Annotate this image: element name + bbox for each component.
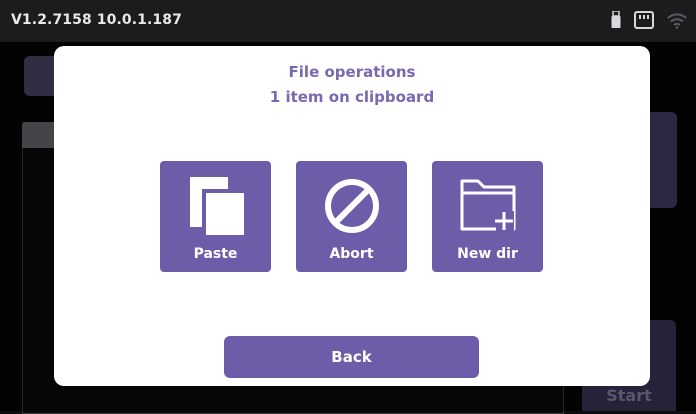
wifi-icon <box>666 11 688 29</box>
abort-label: Abort <box>329 246 374 262</box>
new-folder-icon <box>456 173 520 243</box>
new-dir-button[interactable]: New dir <box>432 161 543 272</box>
back-label: Back <box>331 348 372 366</box>
paste-label: Paste <box>193 246 238 262</box>
status-bar: V1.2.7158 10.0.1.187 <box>0 0 696 42</box>
paste-icon <box>184 173 248 243</box>
status-icons <box>610 11 688 29</box>
usb-icon <box>610 11 622 29</box>
abort-icon <box>320 173 384 243</box>
dialog-title: File operations <box>288 63 416 81</box>
sd-card-icon <box>634 11 654 29</box>
back-button[interactable]: Back <box>224 336 479 378</box>
file-operations-dialog: File operations 1 item on clipboard Past… <box>54 46 650 386</box>
version-ip-text: V1.2.7158 10.0.1.187 <box>11 12 182 28</box>
paste-button[interactable]: Paste <box>160 161 271 272</box>
new-dir-label: New dir <box>457 246 518 262</box>
abort-button[interactable]: Abort <box>296 161 407 272</box>
clipboard-status: 1 item on clipboard <box>269 88 435 106</box>
